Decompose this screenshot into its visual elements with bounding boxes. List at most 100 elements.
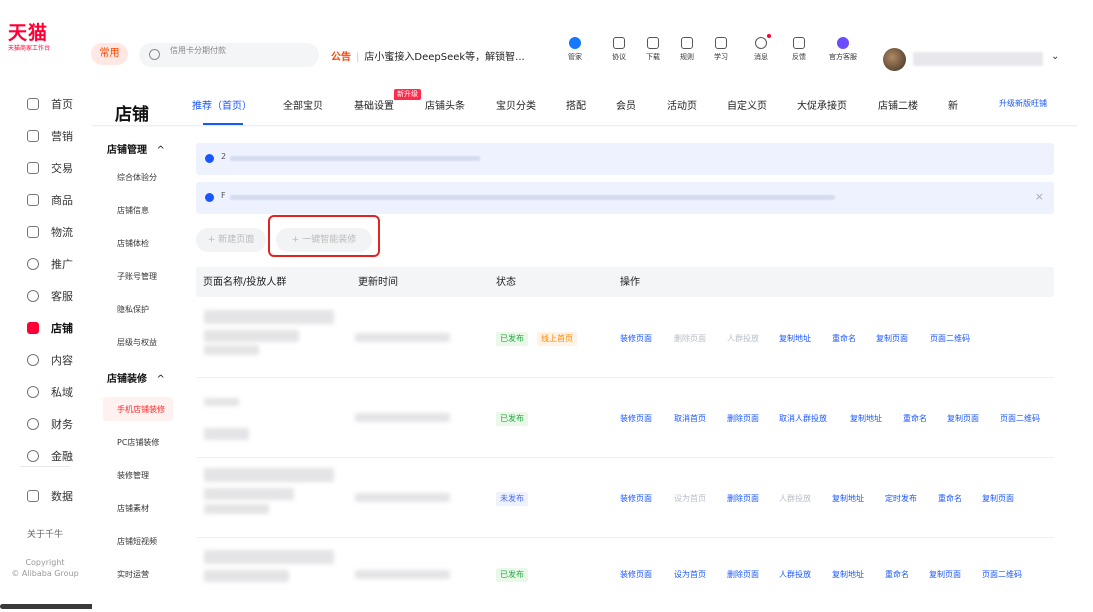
- rename-link[interactable]: 重命名: [903, 413, 927, 424]
- subnav-item[interactable]: 店铺短视频: [117, 536, 157, 547]
- tool-service[interactable]: 官方客服: [823, 34, 863, 62]
- tab-custom-pages[interactable]: 自定义页: [727, 97, 767, 112]
- tab-all-items[interactable]: 全部宝贝: [283, 97, 323, 112]
- announcement[interactable]: 公告 | 店小蜜接入DeepSeek等，解锁智...: [331, 48, 525, 63]
- tab-item-categories[interactable]: 宝贝分类: [496, 97, 536, 112]
- info-icon: [205, 154, 214, 163]
- close-icon[interactable]: ×: [1035, 190, 1044, 203]
- new-page-button[interactable]: + 新建页面: [196, 228, 266, 252]
- about-link[interactable]: 关于千牛: [0, 530, 90, 541]
- subnav-item[interactable]: 隐私保护: [117, 304, 149, 315]
- copy-url-link[interactable]: 复制地址: [832, 493, 864, 504]
- rename-link[interactable]: 重命名: [832, 333, 856, 344]
- set-homepage-link[interactable]: 设为首页: [674, 569, 706, 580]
- subnav-item[interactable]: 综合体验分: [117, 172, 157, 183]
- tool-feedback[interactable]: 反馈: [779, 34, 819, 62]
- delete-page-link[interactable]: 删除页面: [727, 569, 759, 580]
- decorate-page-link[interactable]: 装修页面: [620, 569, 652, 580]
- goods-icon: [27, 194, 39, 206]
- subnav-item[interactable]: 店铺信息: [117, 205, 149, 216]
- audience-delivery-link[interactable]: 人群投放: [779, 493, 811, 504]
- set-homepage-link[interactable]: 设为首页: [674, 493, 706, 504]
- nav-item-marketing[interactable]: 营销: [0, 120, 90, 152]
- nav-item-private-domain[interactable]: 私域: [0, 376, 90, 408]
- copy-page-link[interactable]: 复制页面: [982, 493, 1014, 504]
- upgrade-store-link[interactable]: 升级新版旺铺: [999, 98, 1047, 109]
- tab-promo-landing[interactable]: 大促承接页: [797, 97, 847, 112]
- nav-item-goods[interactable]: 商品: [0, 184, 90, 216]
- rename-link[interactable]: 重命名: [885, 569, 909, 580]
- feedback-icon: [793, 37, 805, 49]
- decorate-page-link[interactable]: 装修页面: [620, 333, 652, 344]
- nav-item-banking[interactable]: 金融: [0, 440, 90, 472]
- nav-item-data[interactable]: 数据: [0, 480, 90, 512]
- common-button[interactable]: 常用: [91, 43, 128, 65]
- account-menu[interactable]: ⌄: [879, 44, 1066, 74]
- nav-item-finance[interactable]: 财务: [0, 408, 90, 440]
- tool-message[interactable]: 消息: [741, 34, 781, 62]
- audience-delivery-link[interactable]: 人群投放: [727, 333, 759, 344]
- unread-dot: [767, 34, 771, 38]
- search-icon: [149, 49, 160, 60]
- nav-item-promotion[interactable]: 推广: [0, 248, 90, 280]
- subnav-item[interactable]: PC店铺装修: [117, 437, 159, 448]
- tab-members[interactable]: 会员: [616, 97, 636, 112]
- download-icon: [647, 37, 659, 49]
- cancel-homepage-link[interactable]: 取消首页: [674, 413, 706, 424]
- subnav-group-store-management[interactable]: 店铺管理 ^: [107, 141, 165, 156]
- tab-new[interactable]: 新: [948, 97, 958, 112]
- subnav-item[interactable]: 装修管理: [117, 470, 149, 481]
- logo-subtitle: 天猫商家工作台: [8, 45, 51, 52]
- copy-url-link[interactable]: 复制地址: [850, 413, 882, 424]
- nav-item-store[interactable]: 店铺: [0, 312, 90, 344]
- subnav-item[interactable]: 子账号管理: [117, 271, 157, 282]
- subnav-item[interactable]: 店铺体检: [117, 238, 149, 249]
- search-input[interactable]: 信用卡分期付款: [139, 43, 319, 67]
- tool-butler[interactable]: 管家: [555, 34, 595, 62]
- nav-item-home[interactable]: 首页: [0, 88, 90, 120]
- delete-page-link[interactable]: 删除页面: [727, 493, 759, 504]
- audience-delivery-link[interactable]: 人群投放: [779, 569, 811, 580]
- info-text: 2: [221, 152, 227, 161]
- tab-bundles[interactable]: 搭配: [566, 97, 586, 112]
- info-text: F: [221, 191, 226, 200]
- nav-item-logistics[interactable]: 物流: [0, 216, 90, 248]
- tab-basic-settings[interactable]: 基础设置: [354, 97, 394, 112]
- copy-page-link[interactable]: 复制页面: [929, 569, 961, 580]
- rename-link[interactable]: 重命名: [938, 493, 962, 504]
- nav-item-content[interactable]: 内容: [0, 344, 90, 376]
- decorate-page-link[interactable]: 装修页面: [620, 493, 652, 504]
- copy-page-link[interactable]: 复制页面: [947, 413, 979, 424]
- copy-url-link[interactable]: 复制地址: [779, 333, 811, 344]
- subnav-item[interactable]: 实时运营: [117, 569, 149, 580]
- subnav-item-mobile-decoration[interactable]: 手机店铺装修: [117, 404, 165, 415]
- delete-page-link[interactable]: 删除页面: [674, 333, 706, 344]
- subnav-group-store-decoration[interactable]: 店铺装修 ^: [107, 370, 165, 385]
- tmall-logo[interactable]: 天猫 天猫商家工作台: [8, 22, 58, 53]
- tab-store-second-floor[interactable]: 店铺二楼: [878, 97, 918, 112]
- redacted-page-name: [204, 310, 334, 324]
- finance-icon: [27, 418, 39, 430]
- tab-activity-pages[interactable]: 活动页: [667, 97, 697, 112]
- copy-page-link[interactable]: 复制页面: [876, 333, 908, 344]
- cancel-audience-delivery-link[interactable]: 取消人群投放: [779, 413, 827, 424]
- tab-recommend-home[interactable]: 推荐（首页）: [192, 97, 252, 112]
- page-qrcode-link[interactable]: 页面二维码: [930, 333, 970, 344]
- tab-store-headlines[interactable]: 店铺头条: [425, 97, 465, 112]
- delete-page-link[interactable]: 删除页面: [727, 413, 759, 424]
- subnav-item[interactable]: 层级与权益: [117, 337, 157, 348]
- page-qrcode-link[interactable]: 页面二维码: [982, 569, 1022, 580]
- study-icon: [715, 37, 727, 49]
- redacted-text: [230, 156, 480, 161]
- page-qrcode-link[interactable]: 页面二维码: [1000, 413, 1040, 424]
- nav-item-trade[interactable]: 交易: [0, 152, 90, 184]
- copy-url-link[interactable]: 复制地址: [832, 569, 864, 580]
- tool-study[interactable]: 学习: [701, 34, 741, 62]
- nav-item-customer-service[interactable]: 客服: [0, 280, 90, 312]
- scheduled-publish-link[interactable]: 定时发布: [885, 493, 917, 504]
- decorate-page-link[interactable]: 装修页面: [620, 413, 652, 424]
- subnav-item[interactable]: 店铺素材: [117, 503, 149, 514]
- nav-label: 内容: [51, 354, 73, 367]
- banking-icon: [27, 450, 39, 462]
- group-title: 店铺管理: [107, 145, 147, 156]
